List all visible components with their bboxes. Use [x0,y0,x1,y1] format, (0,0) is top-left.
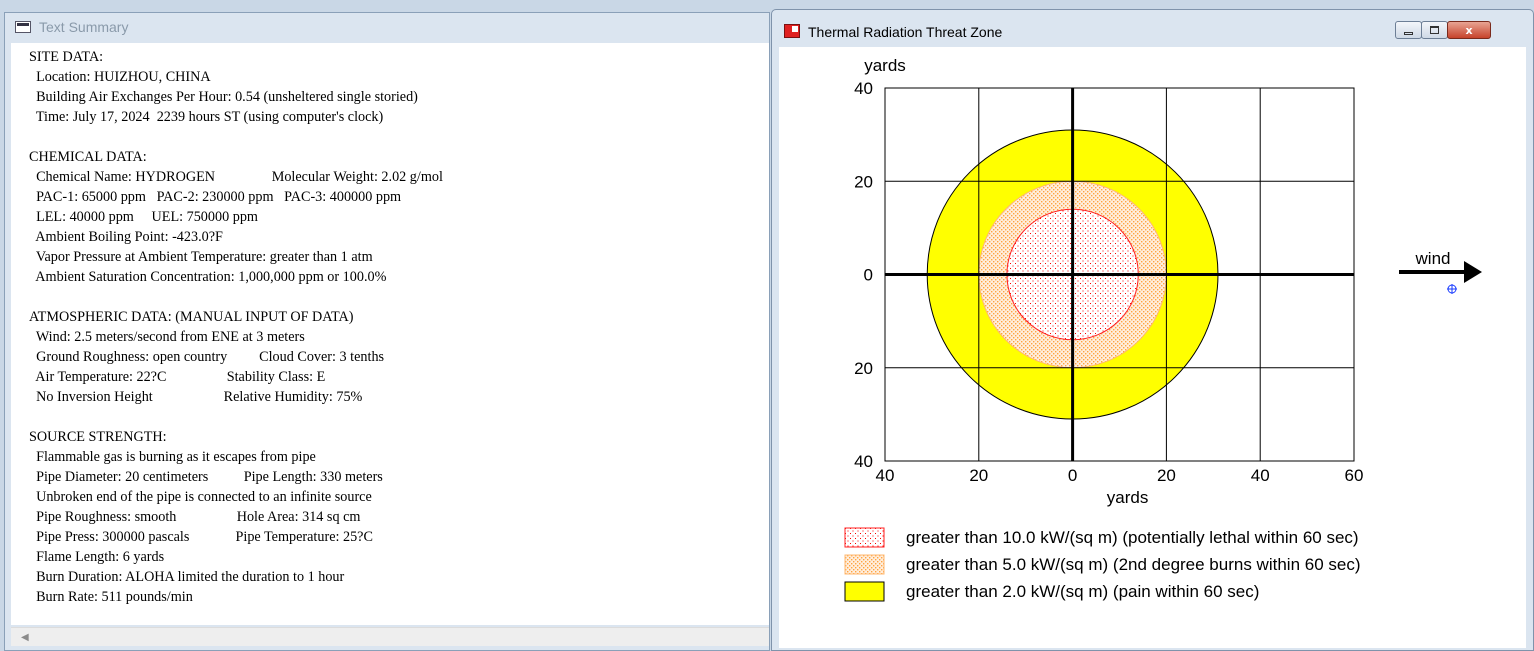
x-tick-label: 0 [1068,466,1077,485]
legend-label: greater than 5.0 kW/(sq m) (2nd degree b… [906,555,1361,574]
summary-line: Ambient Boiling Point: -423.0?F [29,229,223,245]
wind-label: wind [1415,249,1451,268]
text-summary-titlebar[interactable]: Text Summary [5,13,769,41]
summary-line: Unbroken end of the pipe is connected to… [29,489,372,505]
summary-line: SOURCE STRENGTH: [29,429,167,445]
summary-line: LEL: 40000 ppm UEL: 750000 ppm [29,209,258,225]
summary-line: SITE DATA: [29,49,104,65]
wind-arrow-icon [1464,261,1482,283]
close-button[interactable]: x [1447,21,1491,39]
threat-zone-title: Thermal Radiation Threat Zone [808,24,1003,40]
threat-zone-titlebar[interactable]: Thermal Radiation Threat Zone x [772,10,1533,44]
summary-text-area[interactable]: SITE DATA: Location: HUIZHOU, CHINA Buil… [11,43,769,625]
x-tick-label: 20 [969,466,988,485]
summary-line: Pipe Press: 300000 pascals Pipe Temperat… [29,529,373,545]
y-tick-label: 0 [864,266,873,285]
threat-zone-chart: yards40200204040 20 0 20 40 60yardswindgreate… [844,56,1482,602]
text-summary-window: Text Summary SITE DATA: Location: HUIZHO… [4,12,770,651]
threat-zone-app-icon [784,24,800,38]
summary-line: Burn Duration: ALOHA limited the duratio… [29,569,345,585]
summary-line: CHEMICAL DATA: [29,149,147,165]
x-tick-label: 60 [1345,466,1364,485]
legend-swatch-burns [844,554,885,575]
y-tick-label: 20 [854,172,873,191]
maximize-icon [1430,26,1439,34]
legend-label: greater than 2.0 kW/(sq m) (pain within … [906,582,1259,601]
y-tick-label: 40 [854,79,873,98]
y-axis-label: yards [864,56,906,75]
summary-line: Flame Length: 6 yards [29,549,165,565]
minimize-button[interactable] [1395,21,1422,39]
summary-line: Building Air Exchanges Per Hour: 0.54 (u… [29,89,418,105]
maximize-button[interactable] [1421,21,1448,39]
summary-line: Ground Roughness: open country Cloud Cov… [29,349,385,365]
summary-line: Wind: 2.5 meters/second from ENE at 3 me… [29,329,305,345]
text-window-icon [15,21,31,33]
x-axis-label: yards [1107,488,1149,507]
summary-line: Flammable gas is burning as it escapes f… [29,449,316,465]
threat-zone-window: Thermal Radiation Threat Zone x yards 40 2… [771,9,1534,651]
y-tick-label: 20 [854,359,873,378]
summary-line: Burn Rate: 511 pounds/min [29,589,193,605]
summary-line: Ambient Saturation Concentration: 1,000,… [29,269,387,285]
x-tick-label: 20 [1157,466,1176,485]
summary-line: ATMOSPHERIC DATA: (MANUAL INPUT OF DATA) [29,309,354,325]
y-tick-label: 40 [854,452,873,471]
summary-line: No Inversion Height Relative Humidity: 7… [29,389,363,405]
summary-line: Time: July 17, 2024 2239 hours ST (using… [29,109,384,125]
x-tick-label: 40 [1251,466,1270,485]
summary-line: Vapor Pressure at Ambient Temperature: g… [29,249,373,265]
close-icon: x [1465,23,1473,37]
text-summary-title: Text Summary [39,19,129,35]
summary-line: Pipe Roughness: smooth Hole Area: 314 sq… [29,509,361,525]
summary-line: Pipe Diameter: 20 centimeters Pipe Lengt… [29,469,383,485]
summary-text: SITE DATA: Location: HUIZHOU, CHINA Buil… [11,43,769,607]
minimize-icon [1404,31,1413,35]
x-tick-label: 40 [876,466,895,485]
summary-line: Chemical Name: HYDROGEN Molecular Weight… [29,169,443,185]
scroll-left-icon[interactable]: ◀ [21,632,29,643]
summary-line [29,287,769,307]
legend-label: greater than 10.0 kW/(sq m) (potentially… [906,528,1359,547]
summary-line [29,127,769,147]
legend-swatch-lethal [844,527,885,548]
legend-swatch-pain [844,581,885,602]
summary-line: Air Temperature: 22?C Stability Class: E [29,369,326,385]
summary-line [29,407,769,427]
summary-line: PAC-1: 65000 ppm PAC-2: 230000 ppm PAC-3… [29,189,402,205]
horizontal-scrollbar[interactable]: ◀ [11,627,769,646]
summary-line: Location: HUIZHOU, CHINA [29,69,211,85]
threat-zone-plot-area: yards 40 20 0 20 40 40 20 0 20 40 60 yards wind greate… [779,47,1526,648]
